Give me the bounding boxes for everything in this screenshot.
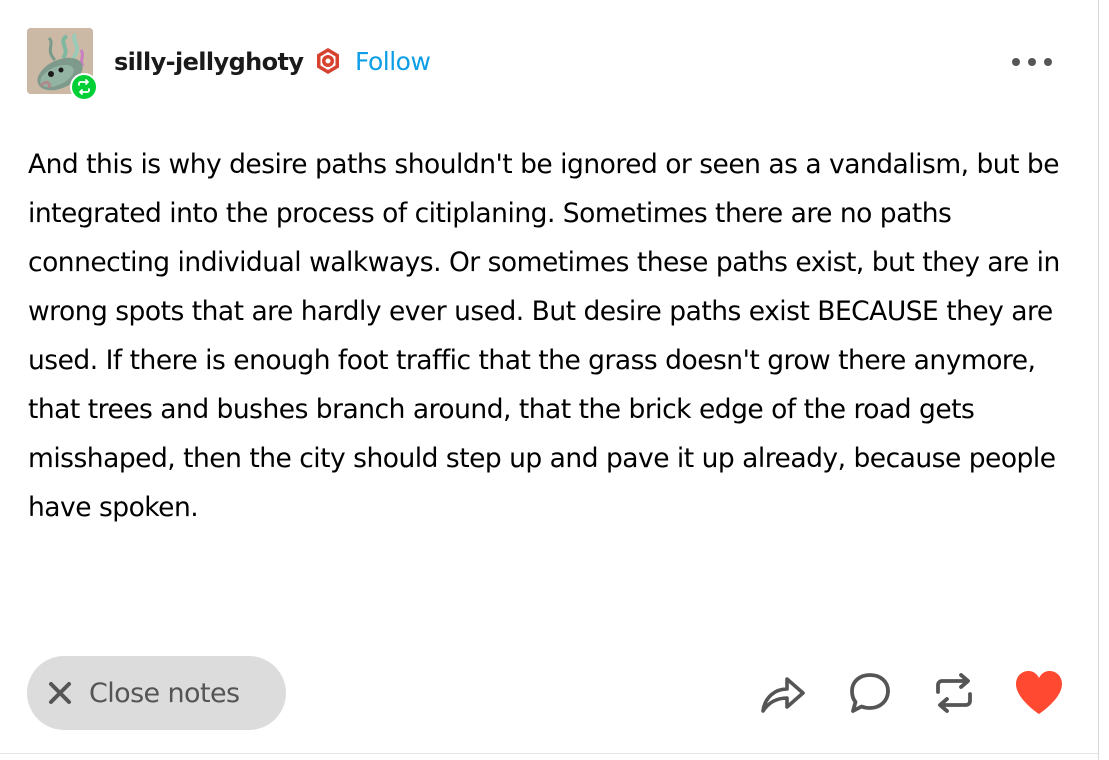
close-notes-label: Close notes	[89, 677, 240, 709]
reblog-badge-icon	[70, 73, 98, 101]
more-options-icon[interactable]	[1010, 52, 1054, 72]
close-notes-button[interactable]: Close notes	[27, 656, 286, 730]
post-card: silly-jellyghoty Follow And this is why …	[0, 0, 1098, 754]
share-icon[interactable]	[758, 668, 808, 718]
blog-badge-icon[interactable]	[314, 47, 342, 75]
post-divider	[0, 753, 1098, 754]
reblog-icon[interactable]	[929, 668, 979, 718]
follow-button[interactable]: Follow	[355, 46, 431, 78]
blog-name-link[interactable]: silly-jellyghoty	[114, 46, 304, 78]
reply-icon[interactable]	[845, 668, 895, 718]
close-icon	[49, 682, 71, 704]
scrollbar-edge	[1098, 0, 1099, 760]
heart-icon[interactable]	[1014, 668, 1064, 718]
post-body-text: And this is why desire paths shouldn't b…	[28, 149, 1060, 523]
